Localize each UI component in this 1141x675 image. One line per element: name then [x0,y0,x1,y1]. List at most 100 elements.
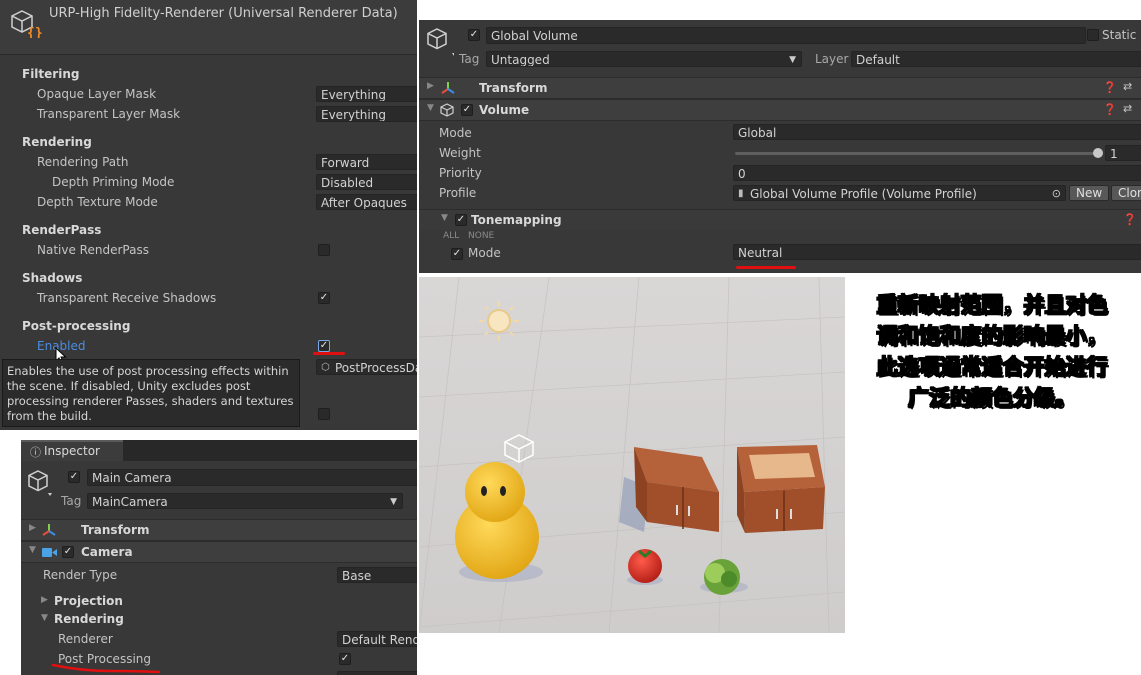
weight-value-field[interactable]: 1 [1105,145,1141,161]
transform-axes-icon [42,524,56,536]
camera-component-header[interactable]: ▼ ✓ Camera [21,541,417,563]
profile-object-field[interactable]: ▮ Global Volume Profile (Volume Profile)… [733,185,1066,201]
renderer-title: URP-High Fidelity-Renderer (Universal Re… [49,6,398,21]
volume-object-name-field[interactable]: Global Volume [486,27,1086,44]
rendering-path-dropdown[interactable]: Forward [316,154,417,170]
projection-label[interactable]: Projection [54,594,123,608]
collapse-arrow-icon: ▼ [427,103,434,113]
transform-component-header[interactable]: ▶ Transform ❓ ⇄ [419,77,1141,99]
camera-inspector: ⓘ Inspector ✓ Main Camera Tag MainCamera… [21,440,417,675]
post-process-data-icon: ⬡ [321,362,330,373]
transparent-layer-mask-dropdown[interactable]: Everything [316,106,417,122]
camera-post-processing-checkbox[interactable]: ✓ [339,653,351,665]
native-renderpass-checkbox[interactable]: ✓ [318,244,330,256]
clone-profile-button[interactable]: Clon [1111,185,1141,201]
render-type-label: Render Type [43,568,118,582]
rendering-section-label[interactable]: Rendering [54,612,124,626]
next-row-field-partial[interactable] [337,671,417,675]
volume-tag-label: Tag [459,52,480,66]
rendering-path-label: Rendering Path [37,155,129,169]
weight-slider-track[interactable] [735,152,1099,155]
camera-tag-label: Tag [61,494,82,508]
renderer-label: Renderer [58,632,113,646]
renderer-dropdown[interactable]: Default Rende [337,631,417,647]
depth-priming-dropdown[interactable]: Disabled [316,174,417,190]
rendering-header: Rendering [22,135,92,149]
enabled-tooltip: Enables the use of post processing effec… [2,359,300,427]
opaque-layer-mask-dropdown[interactable]: Everything [316,86,417,102]
render-type-dropdown[interactable]: Base [337,567,417,583]
enabled-underline-annotation [313,352,345,355]
weight-label: Weight [439,146,481,160]
volume-tag-dropdown[interactable]: Untagged ▼ [486,51,802,67]
camera-transform-label: Transform [81,523,150,537]
post-processing-underline-annotation [51,663,161,674]
mode-label: Mode [439,126,472,140]
renderpass-header: RenderPass [22,223,102,237]
transform-label: Transform [479,81,548,95]
settings-sliders-icon[interactable]: ⇄ [1123,80,1132,93]
profile-asset-icon: ▮ [738,188,744,199]
profile-label: Profile [439,186,477,200]
inspector-tab-label: Inspector [44,444,100,458]
camera-transform-header[interactable]: ▶ Transform [21,519,417,541]
extra-checkbox[interactable]: ✓ [318,408,330,420]
renderer-data-panel: {} URP-High Fidelity-Renderer (Universal… [0,0,417,430]
scene-view[interactable] [419,277,845,633]
annotation-line-2: 调和饱和度的影响最小， [876,324,1108,349]
camera-enabled-checkbox[interactable]: ✓ [62,546,74,558]
inspector-tab[interactable]: ⓘ Inspector [21,440,123,461]
volume-component-header[interactable]: ▼ ✓ Volume ❓ ⇄ [419,99,1141,121]
camera-tag-dropdown[interactable]: MainCamera ▼ [87,493,403,509]
static-checkbox[interactable]: ✓ [1087,29,1099,41]
expand-arrow-icon: ▶ [427,81,434,91]
expand-arrow-icon: ▶ [29,523,36,533]
mode-dropdown[interactable]: Global [733,124,1141,140]
help-icon[interactable]: ❓ [1123,213,1137,226]
none-toggle[interactable]: NONE [468,231,494,241]
annotation-line-4: 广泛的颜色分级。 [908,386,1077,411]
transparent-layer-mask-label: Transparent Layer Mask [37,107,181,121]
gameobject-cube-icon [28,470,52,496]
expand-arrow-icon[interactable]: ▶ [41,595,48,605]
weight-slider-handle[interactable] [1093,148,1103,158]
tm-mode-override-checkbox[interactable]: ✓ [451,248,463,260]
volume-cube-icon [440,103,454,117]
tm-mode-dropdown[interactable]: Neutral [733,244,1141,260]
native-renderpass-label: Native RenderPass [37,243,149,257]
renderer-asset-icon: {} [11,10,42,38]
post-processing-enabled-checkbox[interactable]: ✓ [318,340,330,352]
volume-active-checkbox[interactable]: ✓ [468,29,480,41]
annotation-line-1: 重新映射范围，并且对色 [876,293,1108,318]
depth-texture-dropdown[interactable]: After Opaques [316,194,417,210]
gameobject-cube-icon [427,28,454,56]
post-processing-header: Post-processing [22,319,131,333]
object-picker-icon[interactable]: ⊙ [1052,186,1061,200]
transparent-receive-shadows-checkbox[interactable]: ✓ [318,292,330,304]
tonemapping-enabled-checkbox[interactable]: ✓ [455,214,467,226]
volume-tag-value: Untagged [491,53,550,67]
settings-sliders-icon[interactable]: ⇄ [1123,102,1132,115]
profile-value: Global Volume Profile (Volume Profile) [750,187,977,201]
enabled-tooltip-text: Enables the use of post processing effec… [7,364,294,423]
camera-active-checkbox[interactable]: ✓ [68,471,80,483]
all-toggle[interactable]: ALL [443,231,459,241]
neutral-underline-annotation [736,266,796,269]
opaque-layer-mask-label: Opaque Layer Mask [37,87,157,101]
new-profile-button[interactable]: New [1069,185,1110,201]
post-process-data-field[interactable]: ⬡ PostProcessDa [316,359,417,375]
tonemapping-label: Tonemapping [471,213,562,227]
volume-label: Volume [479,103,530,117]
volume-layer-dropdown[interactable]: Default [851,51,1141,67]
priority-field[interactable]: 0 [733,165,1141,181]
tonemapping-header[interactable]: ▼ ✓ Tonemapping ❓ [419,209,1141,230]
help-icon[interactable]: ❓ [1103,81,1117,94]
help-icon[interactable]: ❓ [1103,103,1117,116]
camera-icon [42,548,57,557]
volume-enabled-checkbox[interactable]: ✓ [461,104,473,116]
camera-label: Camera [81,545,133,559]
camera-object-name-field[interactable]: Main Camera [87,469,417,486]
collapse-arrow-icon[interactable]: ▼ [41,613,48,623]
chevron-down-icon: ▼ [390,497,397,507]
scene-render [419,277,845,633]
